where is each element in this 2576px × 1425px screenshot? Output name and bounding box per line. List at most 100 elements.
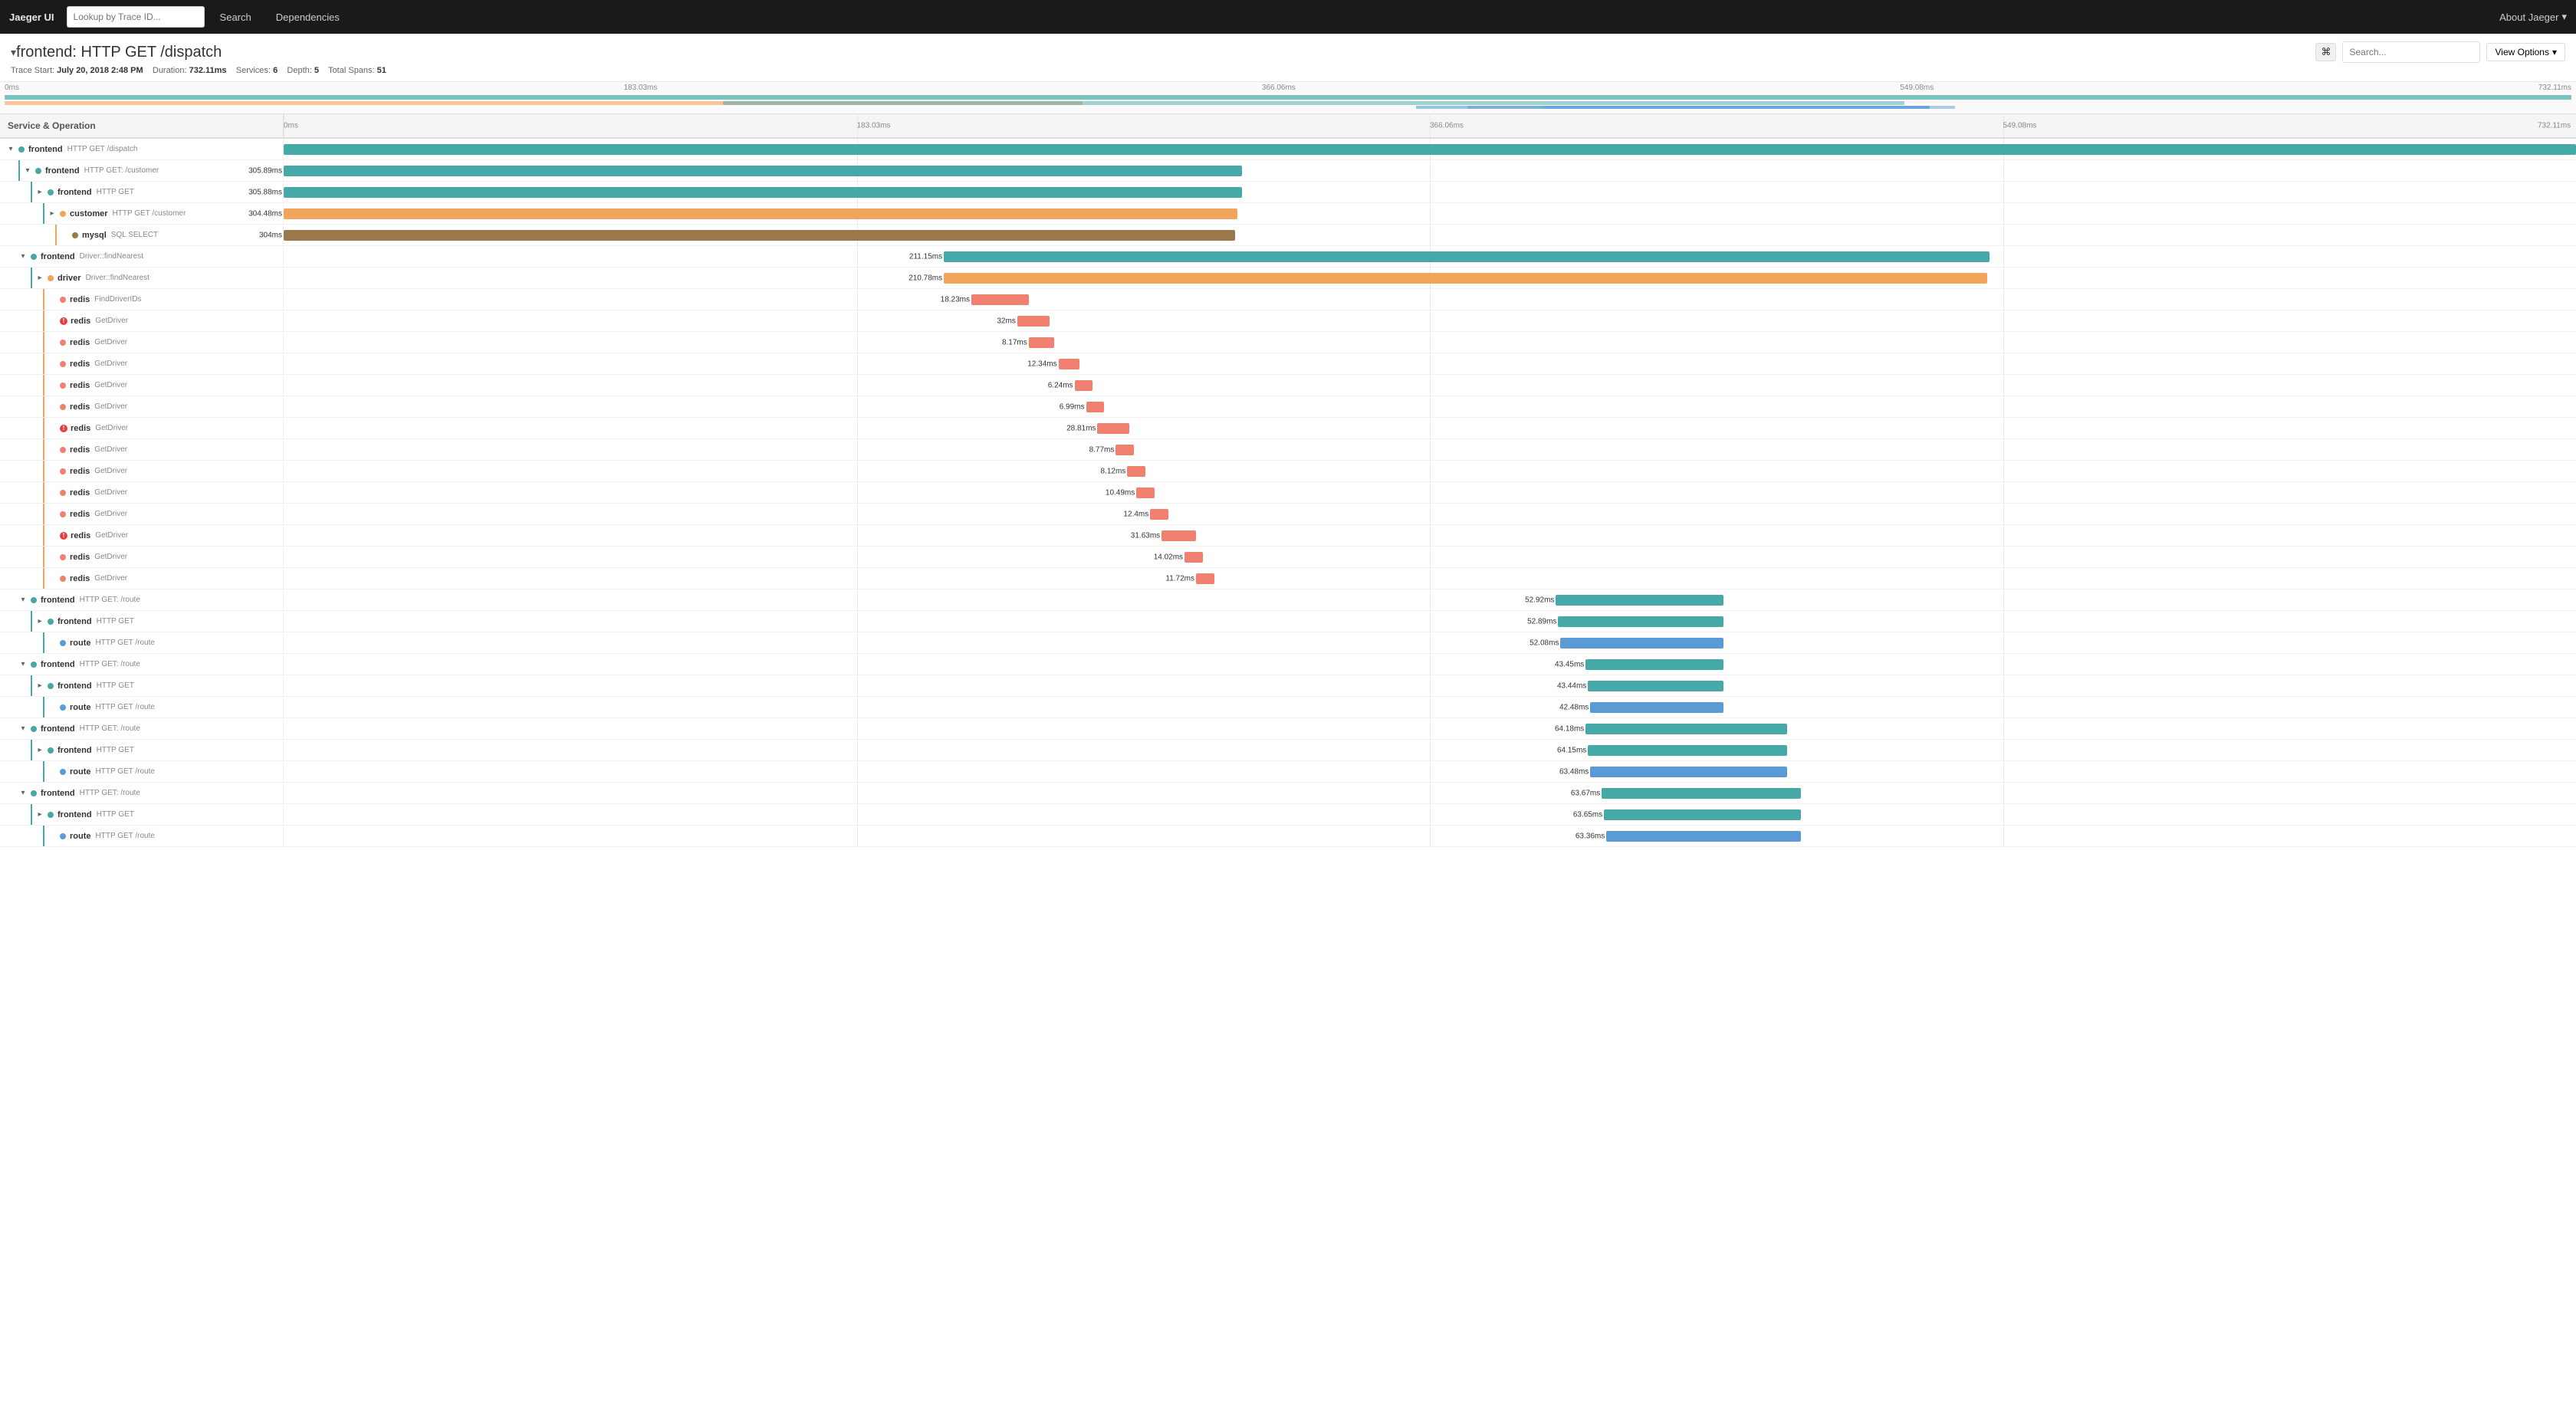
expand-button[interactable]: ▾ xyxy=(18,596,28,604)
brand-label: Jaeger UI xyxy=(9,11,54,23)
table-row[interactable]: ▾frontendHTTP GET /dispatch xyxy=(0,139,2576,160)
table-row[interactable]: ▸customerHTTP GET /customer304.48ms xyxy=(0,203,2576,225)
span-bar[interactable]: 63.36ms xyxy=(1606,831,1801,842)
table-row[interactable]: ▾frontendHTTP GET: /route64.18ms xyxy=(0,718,2576,740)
table-row[interactable]: mysqlSQL SELECT304ms xyxy=(0,225,2576,246)
expand-button[interactable]: ▾ xyxy=(23,166,32,175)
table-row[interactable]: redisGetDriver6.99ms xyxy=(0,396,2576,418)
lookup-input[interactable] xyxy=(67,6,205,28)
span-bar[interactable]: 14.02ms xyxy=(1184,552,1203,563)
table-row[interactable]: redisGetDriver8.17ms xyxy=(0,332,2576,353)
expand-button[interactable]: ▾ xyxy=(18,724,28,733)
row-service-col: ▸driverDriver::findNearest xyxy=(0,268,284,288)
span-bar[interactable]: 63.48ms xyxy=(1590,767,1787,777)
about-nav[interactable]: About Jaeger ▾ xyxy=(2499,11,2567,23)
span-bar[interactable]: 28.81ms xyxy=(1097,423,1129,434)
expand-button[interactable]: ▸ xyxy=(35,188,44,196)
table-row[interactable]: ▾frontendHTTP GET: /route63.67ms xyxy=(0,783,2576,804)
table-row[interactable]: ▸driverDriver::findNearest 210.78ms xyxy=(0,268,2576,289)
table-row[interactable]: ▸frontendHTTP GET305.88ms xyxy=(0,182,2576,203)
table-row[interactable]: redisGetDriver8.12ms xyxy=(0,461,2576,482)
span-bar[interactable]: 64.15ms xyxy=(1588,745,1787,756)
dependencies-nav-button[interactable]: Dependencies xyxy=(267,8,349,26)
table-row[interactable]: ▾frontendHTTP GET: /route43.45ms xyxy=(0,654,2576,675)
operation-name-label: HTTP GET: /customer xyxy=(84,166,159,175)
row-timeline-col: 63.67ms xyxy=(284,783,2576,803)
row-pipe xyxy=(55,225,57,245)
span-bar[interactable]: 304ms xyxy=(284,230,1235,241)
span-bar[interactable]: 211.15ms xyxy=(944,251,1989,262)
table-row[interactable]: !redisGetDriver28.81ms xyxy=(0,418,2576,439)
span-bar[interactable]: 305.89ms xyxy=(284,166,1242,176)
mini-timeline[interactable]: 0ms 183.03ms 366.06ms 549.08ms 732.11ms xyxy=(0,82,2576,114)
span-bar[interactable]: 52.89ms xyxy=(1558,616,1723,627)
search-nav-button[interactable]: Search xyxy=(211,8,261,26)
table-row[interactable]: ▸frontendHTTP GET63.65ms xyxy=(0,804,2576,826)
span-bar[interactable]: 8.12ms xyxy=(1127,466,1145,477)
table-row[interactable]: redisGetDriver10.49ms xyxy=(0,482,2576,504)
table-row[interactable]: redisGetDriver12.4ms xyxy=(0,504,2576,525)
expand-button[interactable]: ▾ xyxy=(6,145,15,153)
trace-collapse-icon[interactable]: ▾ xyxy=(11,46,16,59)
table-row[interactable]: ▸frontendHTTP GET43.44ms xyxy=(0,675,2576,697)
span-bar[interactable]: 43.44ms xyxy=(1588,681,1723,691)
expand-button[interactable]: ▾ xyxy=(18,789,28,797)
table-row[interactable]: !redisGetDriver32ms xyxy=(0,310,2576,332)
grid-line xyxy=(857,461,858,481)
table-row[interactable]: ▾frontendDriver::findNearest211.15ms xyxy=(0,246,2576,268)
span-bar[interactable]: 8.17ms xyxy=(1029,337,1054,348)
span-bar[interactable]: 6.24ms xyxy=(1075,380,1093,391)
table-row[interactable]: ▸frontendHTTP GET64.15ms xyxy=(0,740,2576,761)
table-row[interactable]: redisGetDriver8.77ms xyxy=(0,439,2576,461)
table-row[interactable]: redisGetDriver11.72ms xyxy=(0,568,2576,589)
table-row[interactable]: routeHTTP GET /route52.08ms xyxy=(0,632,2576,654)
table-row[interactable]: ▸frontendHTTP GET52.89ms xyxy=(0,611,2576,632)
view-options-button[interactable]: View Options ▾ xyxy=(2486,43,2565,61)
span-duration-label: 63.36ms xyxy=(1576,832,1605,840)
table-row[interactable]: redisGetDriver12.34ms xyxy=(0,353,2576,375)
span-bar[interactable]: 18.23ms xyxy=(971,294,1029,305)
expand-button[interactable]: ▸ xyxy=(35,681,44,690)
span-bar[interactable]: 12.4ms xyxy=(1150,509,1168,520)
span-bar[interactable]: 63.67ms xyxy=(1602,788,1801,799)
expand-button[interactable]: ▸ xyxy=(35,617,44,625)
span-bar[interactable]: 8.77ms xyxy=(1116,445,1134,455)
span-bar[interactable]: 31.63ms xyxy=(1162,530,1196,541)
span-bar[interactable]: 63.65ms xyxy=(1604,809,1801,820)
span-bar[interactable] xyxy=(284,144,2576,155)
span-bar[interactable]: 52.92ms xyxy=(1556,595,1723,606)
expand-button[interactable]: ▸ xyxy=(35,810,44,819)
table-row[interactable]: !redisGetDriver31.63ms xyxy=(0,525,2576,547)
span-bar[interactable]: 304.48ms xyxy=(284,208,1237,219)
span-bar[interactable]: 32ms xyxy=(1017,316,1050,327)
cmd-icon[interactable]: ⌘ xyxy=(2315,43,2336,61)
span-bar[interactable]: 12.34ms xyxy=(1059,359,1079,369)
span-bar[interactable]: 10.49ms xyxy=(1136,488,1155,498)
expand-button[interactable]: ▾ xyxy=(18,660,28,668)
span-bar[interactable]: 6.99ms xyxy=(1086,402,1105,412)
table-row[interactable]: redisGetDriver14.02ms xyxy=(0,547,2576,568)
row-service-col: routeHTTP GET /route xyxy=(0,761,284,782)
grid-line xyxy=(1430,504,1431,524)
expand-button[interactable]: ▸ xyxy=(35,746,44,754)
table-row[interactable]: routeHTTP GET /route63.36ms xyxy=(0,826,2576,847)
expand-button[interactable]: ▾ xyxy=(18,252,28,261)
span-bar[interactable]: 43.45ms xyxy=(1585,659,1723,670)
table-row[interactable]: routeHTTP GET /route 63.48ms xyxy=(0,761,2576,783)
span-bar[interactable]: 305.88ms xyxy=(284,187,1242,198)
table-row[interactable]: routeHTTP GET /route42.48ms xyxy=(0,697,2576,718)
table-row[interactable]: ▾frontendHTTP GET: /customer305.89ms xyxy=(0,160,2576,182)
span-bar[interactable]: 52.08ms xyxy=(1560,638,1723,648)
expand-button[interactable]: ▸ xyxy=(48,209,57,218)
span-bar[interactable]: 11.72ms xyxy=(1196,573,1214,584)
table-row[interactable]: redisGetDriver6.24ms xyxy=(0,375,2576,396)
trace-search-input[interactable] xyxy=(2342,41,2480,63)
span-bar[interactable]: 42.48ms xyxy=(1590,702,1723,713)
expand-button[interactable]: ▸ xyxy=(35,274,44,282)
table-row[interactable]: ▾frontendHTTP GET: /route52.92ms xyxy=(0,589,2576,611)
grid-line xyxy=(2003,439,2004,460)
table-row[interactable]: redisFindDriverIDs18.23ms xyxy=(0,289,2576,310)
service-color-dot xyxy=(31,254,37,260)
span-bar[interactable]: 64.18ms xyxy=(1585,724,1787,734)
span-bar[interactable]: 210.78ms xyxy=(944,273,1986,284)
